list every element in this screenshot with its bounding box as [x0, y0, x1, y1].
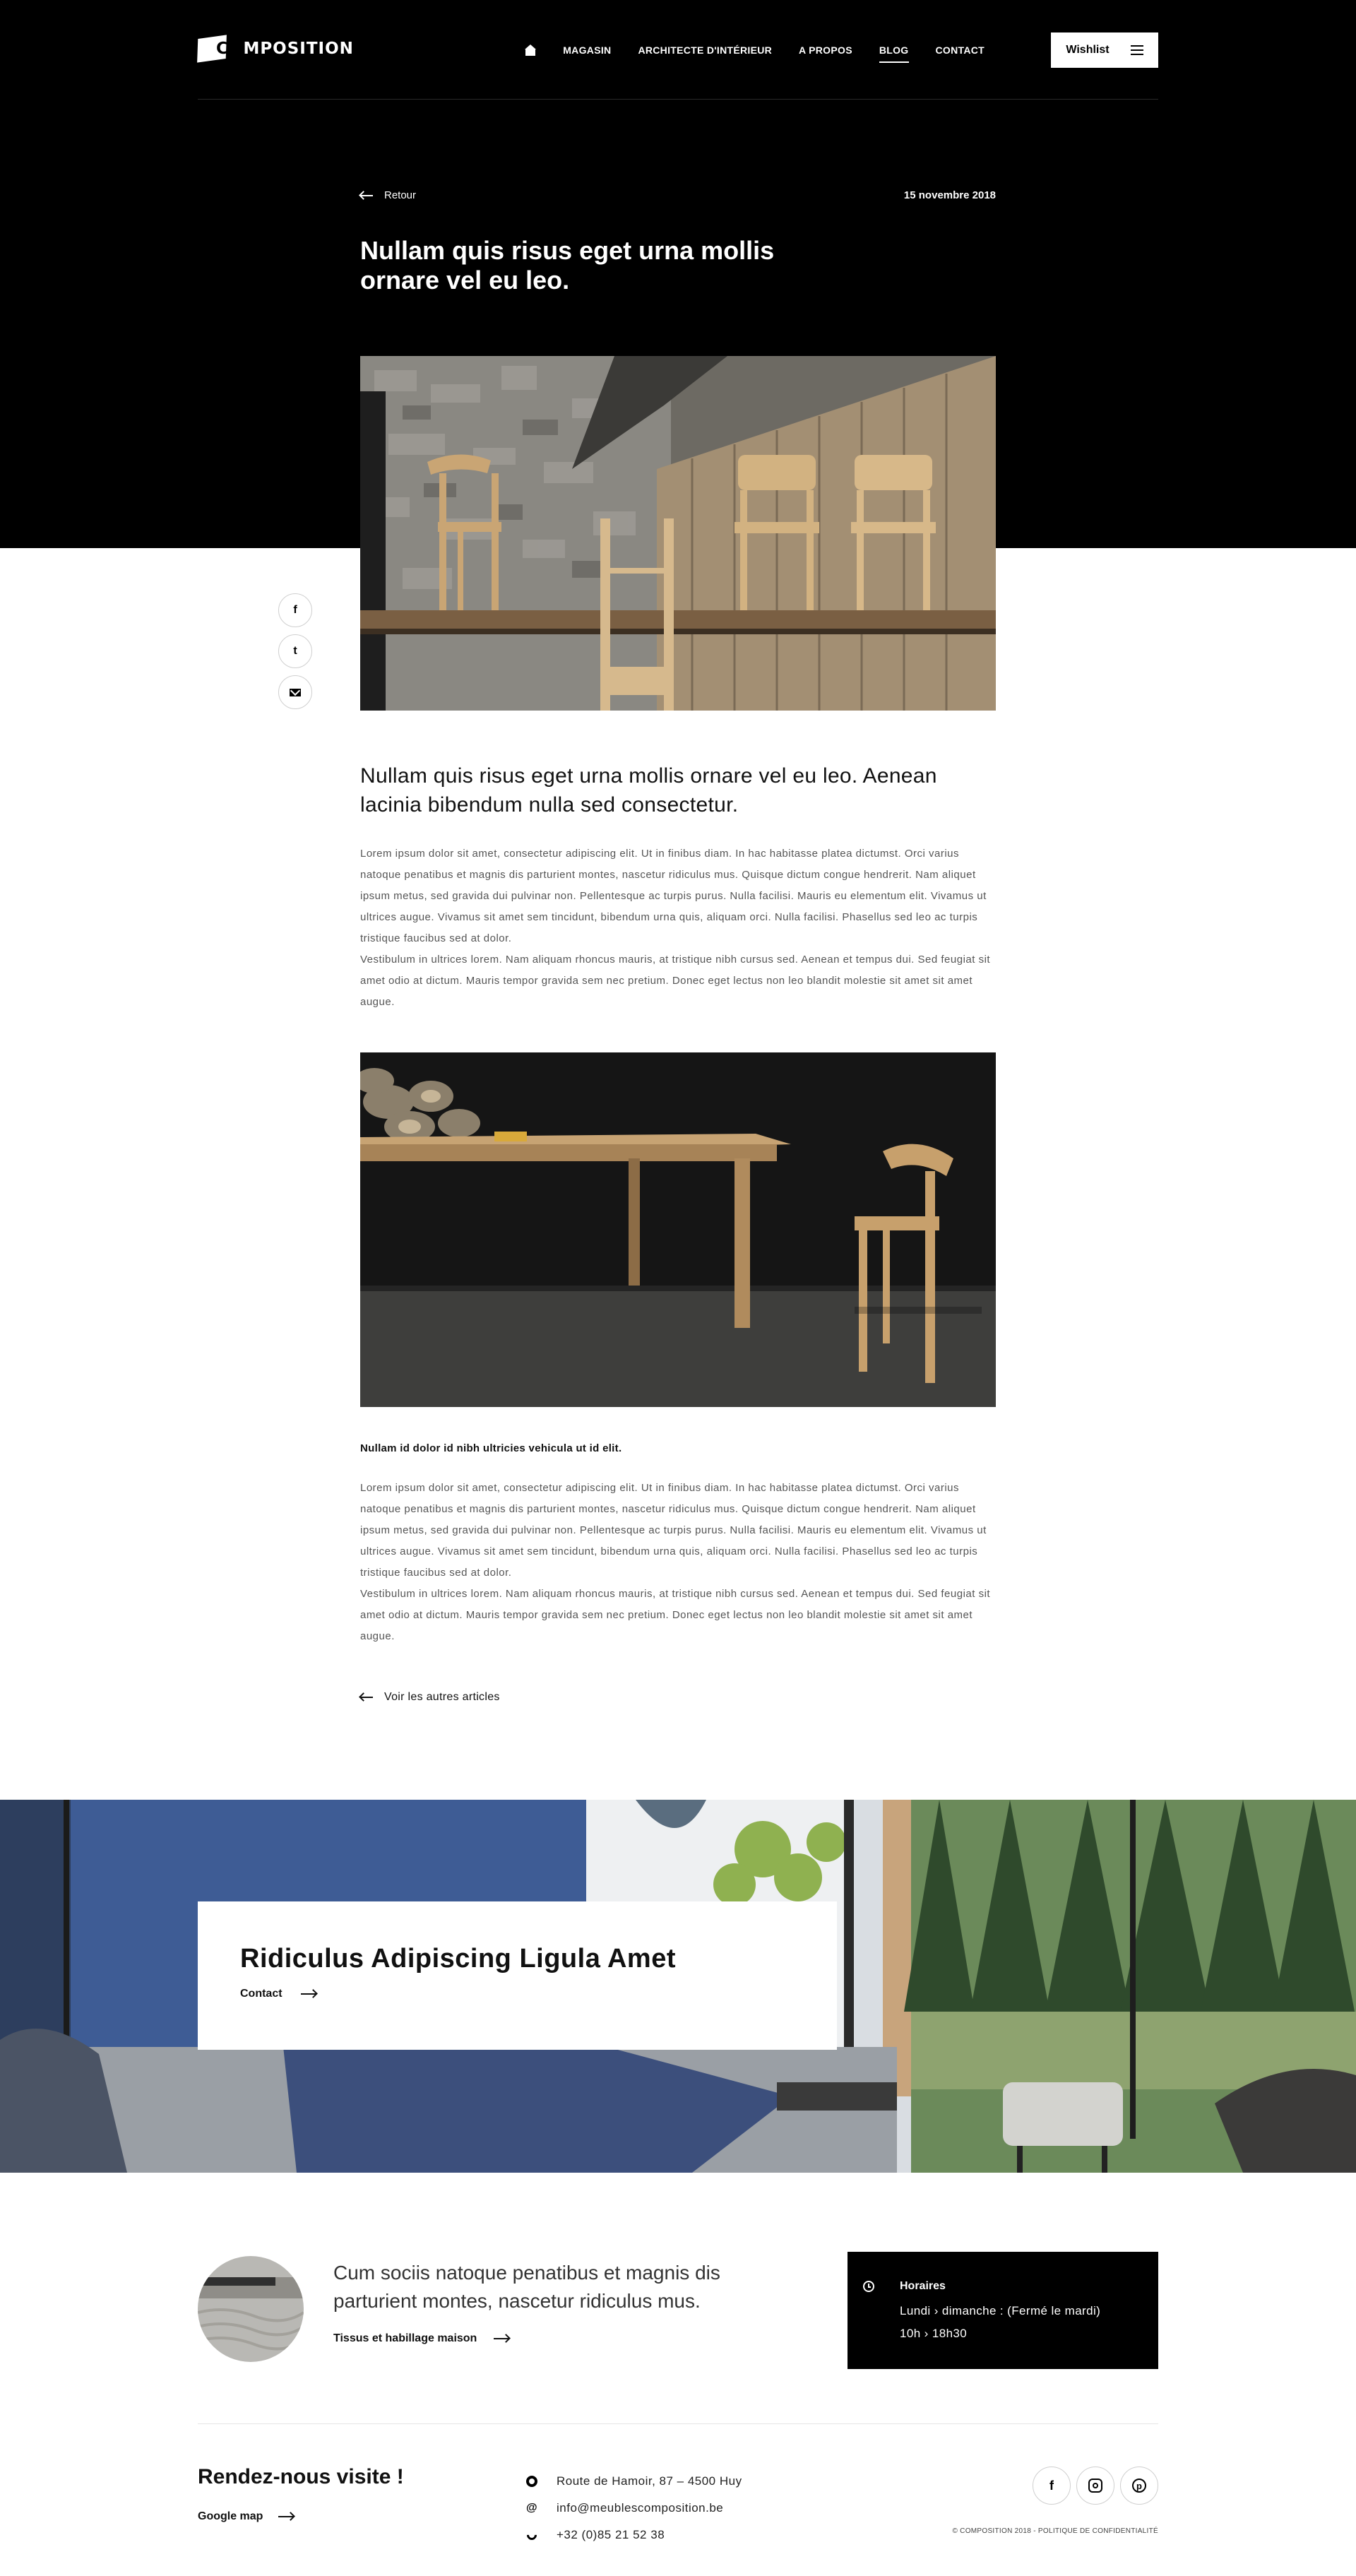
promo-link-label: Tissus et habillage maison: [333, 2332, 477, 2344]
back-label: Retour: [384, 189, 417, 201]
hours-title: Horaires: [900, 2280, 946, 2292]
instagram-button[interactable]: [1076, 2467, 1114, 2505]
wishlist-label: Wishlist: [1066, 44, 1110, 56]
pinterest-icon: p: [1132, 2479, 1146, 2493]
list-icon: [1130, 45, 1143, 55]
contact-email[interactable]: @ info@meublescomposition.be: [525, 2495, 742, 2522]
article-title: Nullam quis risus eget urna mollis ornar…: [360, 236, 775, 295]
share-buttons: f t: [278, 593, 312, 709]
nav-item-a-propos[interactable]: A PROPOS: [799, 44, 852, 56]
opening-hours-box: Horaires Lundi › dimanche : (Fermé le ma…: [848, 2252, 1158, 2369]
article-subheading: Nullam id dolor id nibh ultricies vehicu…: [360, 1442, 622, 1454]
main-navigation: COMPOSITION MAGASIN ARCHITECTE D'INTÉRIE…: [197, 32, 1158, 68]
email-text[interactable]: info@meublescomposition.be: [557, 2501, 723, 2515]
clock-icon: [863, 2281, 874, 2292]
article-date: 15 novembre 2018: [903, 189, 996, 201]
facebook-icon: f: [1049, 2478, 1054, 2493]
other-articles-link[interactable]: Voir les autres articles: [360, 1691, 500, 1704]
social-links: f p: [1033, 2467, 1158, 2505]
nav-item-architecte[interactable]: ARCHITECTE D'INTÉRIEUR: [638, 44, 772, 56]
promo-link[interactable]: Tissus et habillage maison: [333, 2332, 510, 2345]
nav-item-magasin[interactable]: MAGASIN: [563, 44, 611, 56]
phone-icon: [525, 2528, 539, 2542]
article-image-table: [360, 1052, 996, 1407]
arrow-left-icon: [360, 1697, 373, 1698]
phone-text[interactable]: +32 (0)85 21 52 38: [557, 2528, 665, 2542]
instagram-icon: [1088, 2479, 1102, 2493]
twitter-icon: t: [293, 645, 297, 657]
at-sign-icon: @: [525, 2502, 538, 2514]
visit-title: Rendez-nous visite !: [198, 2465, 404, 2488]
arrow-right-icon: [494, 2338, 510, 2339]
pinterest-button[interactable]: p: [1120, 2467, 1158, 2505]
article-lead: Nullam quis risus eget urna mollis ornar…: [360, 764, 937, 817]
article-paragraph: Vestibulum in ultrices lorem. Nam aliqua…: [360, 954, 991, 1008]
promo-thumbnail: [198, 2256, 304, 2362]
article-paragraph: Lorem ipsum dolor sit amet, consectetur …: [360, 848, 987, 944]
article-body-2: Lorem ipsum dolor sit amet, consectetur …: [360, 1478, 996, 1647]
back-link[interactable]: Retour: [360, 189, 416, 201]
share-facebook-button[interactable]: f: [278, 593, 312, 627]
address-text: Route de Hamoir, 87 – 4500 Huy: [557, 2474, 742, 2488]
home-icon[interactable]: [525, 44, 537, 56]
facebook-button[interactable]: f: [1033, 2467, 1071, 2505]
banner-title: Ridiculus Adipiscing Ligula Amet: [240, 1944, 677, 1973]
banner-card: Ridiculus Adipiscing Ligula Amet Contact: [198, 1901, 837, 2050]
article-image-chairs: [360, 356, 996, 711]
nav-item-blog[interactable]: BLOG: [879, 44, 909, 63]
hours-times: 10h › 18h30: [900, 2327, 968, 2340]
google-map-label: Google map: [198, 2510, 263, 2522]
article-body-1: Lorem ipsum dolor sit amet, consectetur …: [360, 843, 996, 1013]
nav-item-contact[interactable]: CONTACT: [936, 44, 985, 56]
location-pin-icon: [526, 2476, 537, 2487]
wishlist-button[interactable]: Wishlist: [1051, 32, 1158, 68]
nav-links: MAGASIN ARCHITECTE D'INTÉRIEUR A PROPOS …: [525, 32, 985, 68]
nav-divider: [198, 99, 1158, 100]
arrow-right-icon: [278, 2516, 295, 2517]
other-articles-label: Voir les autres articles: [384, 1691, 500, 1703]
hours-days: Lundi › dimanche : (Fermé le mardi): [900, 2304, 1101, 2317]
footer-divider: [198, 2423, 1158, 2424]
arrow-right-icon: [300, 1993, 316, 1995]
arrow-left-icon: [360, 194, 373, 196]
mail-icon: [290, 688, 301, 696]
contact-address: Route de Hamoir, 87 – 4500 Huy: [525, 2468, 742, 2495]
contact-list: Route de Hamoir, 87 – 4500 Huy @ info@me…: [525, 2468, 742, 2548]
logo-text: COMPOSITION: [216, 40, 354, 58]
banner-contact-label: Contact: [240, 1988, 282, 2000]
banner-contact-link[interactable]: Contact: [240, 1988, 316, 2000]
share-twitter-button[interactable]: t: [278, 634, 312, 668]
logo[interactable]: COMPOSITION: [197, 35, 354, 63]
contact-phone[interactable]: +32 (0)85 21 52 38: [525, 2522, 742, 2548]
article-paragraph: Lorem ipsum dolor sit amet, consectetur …: [360, 1482, 987, 1579]
article-paragraph: Vestibulum in ultrices lorem. Nam aliqua…: [360, 1588, 991, 1642]
google-map-link[interactable]: Google map: [198, 2510, 295, 2523]
copyright-text[interactable]: © COMPOSITION 2018 - POLITIQUE DE CONFID…: [952, 2527, 1158, 2535]
facebook-icon: f: [293, 604, 297, 616]
promo-text: Cum sociis natoque penatibus et magnis d…: [333, 2262, 720, 2312]
share-mail-button[interactable]: [278, 675, 312, 709]
